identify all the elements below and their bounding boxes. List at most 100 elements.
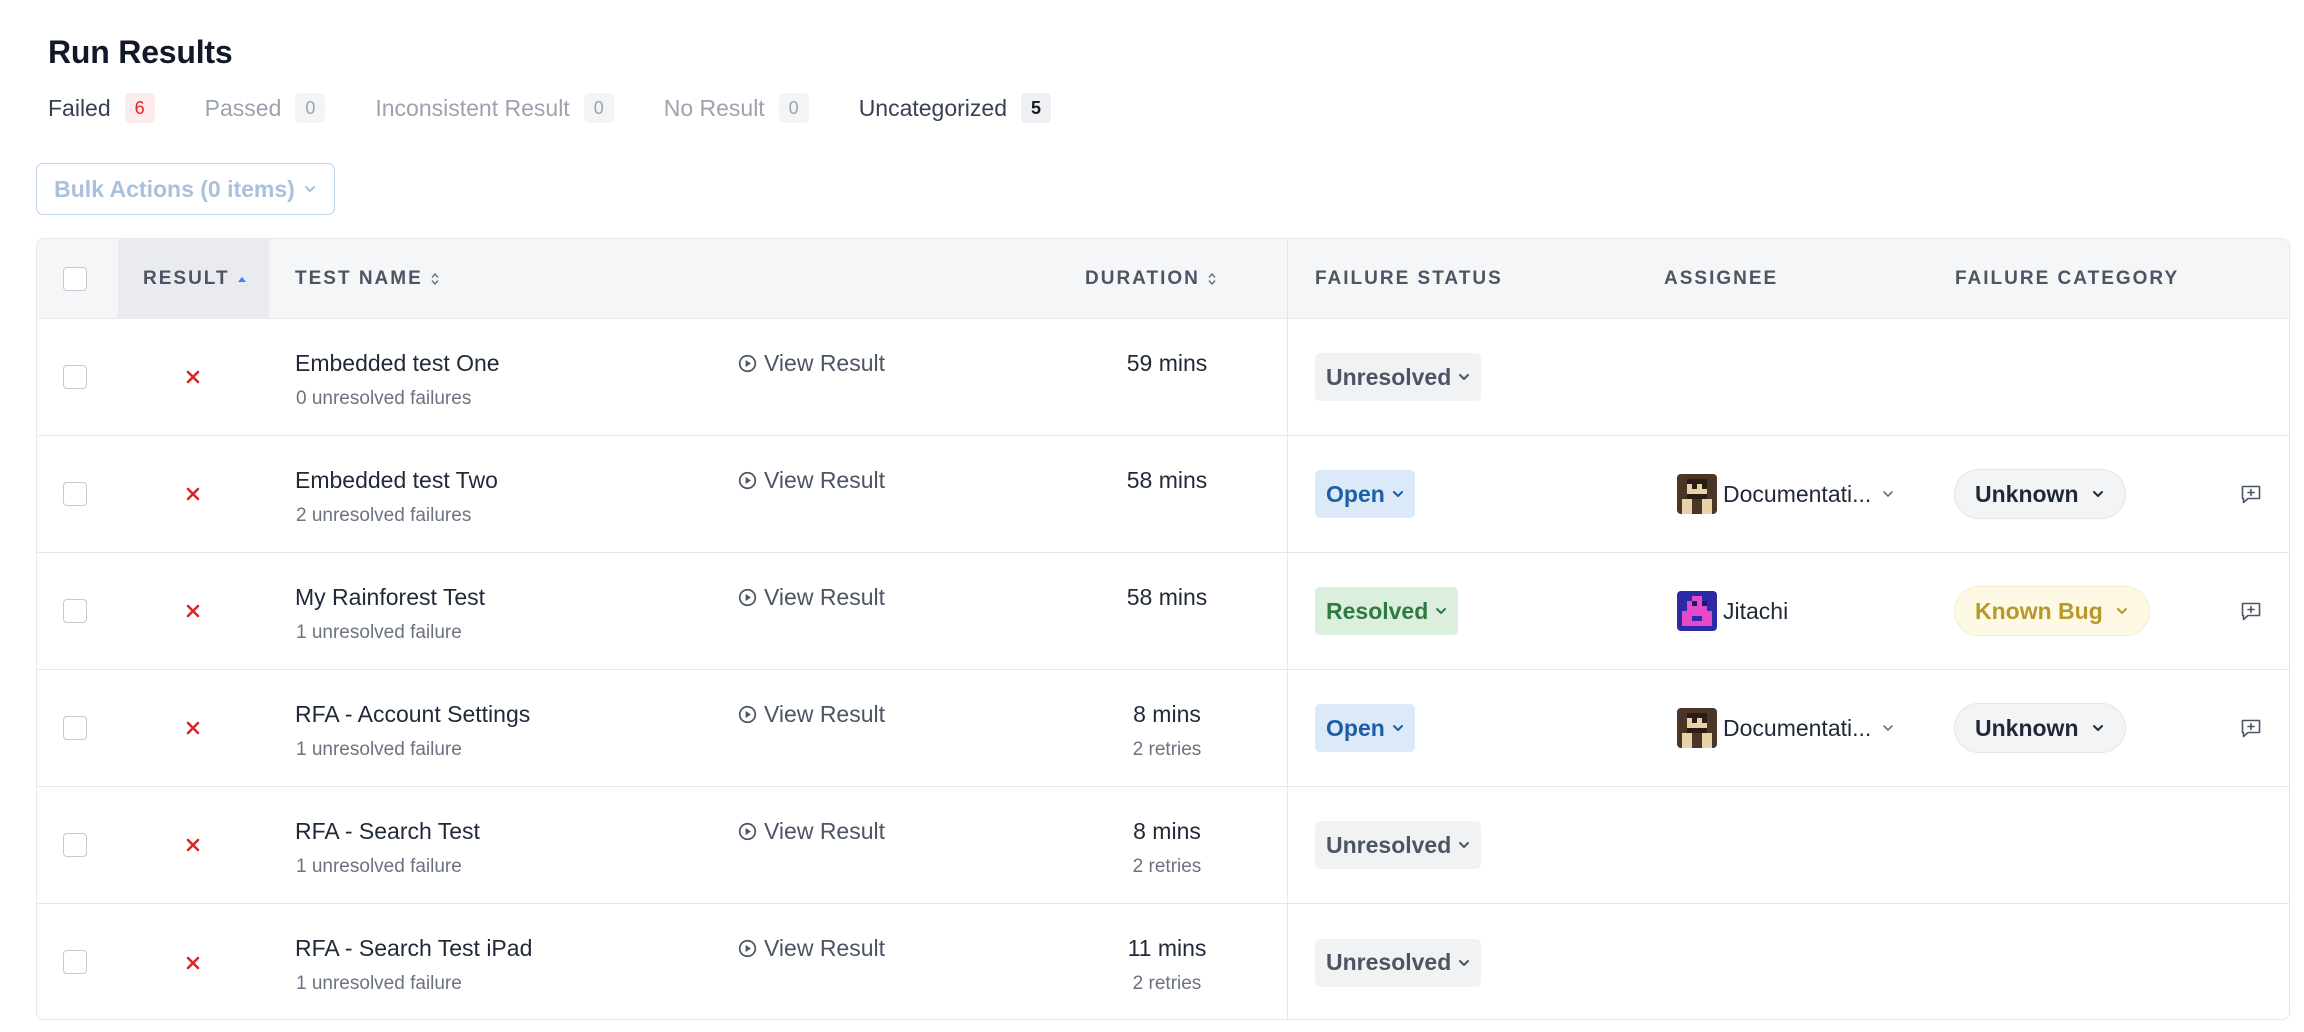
column-header-failure-category: FAILURE CATEGORY bbox=[1955, 268, 2180, 289]
play-circle-icon bbox=[738, 471, 757, 490]
avatar bbox=[1677, 708, 1717, 748]
result-tabs: Failed 6 Passed 0 Inconsistent Result 0 … bbox=[48, 90, 1101, 126]
column-header-label: DURATION bbox=[1085, 268, 1200, 289]
add-comment-icon[interactable] bbox=[2239, 716, 2263, 740]
view-result-link[interactable]: View Result bbox=[738, 701, 885, 728]
tab-inconsistent-result[interactable]: Inconsistent Result 0 bbox=[375, 93, 614, 123]
failure-category-label: Unknown bbox=[1975, 480, 2079, 507]
view-result-label: View Result bbox=[764, 818, 886, 844]
duration: 11 mins bbox=[1127, 935, 1207, 961]
chevron-down-icon bbox=[304, 186, 315, 192]
failure-status-label: Unresolved bbox=[1326, 363, 1452, 390]
failure-category-dropdown[interactable]: Known Bug bbox=[1954, 586, 2150, 636]
column-header-label: RESULT bbox=[143, 268, 230, 289]
view-result-label: View Result bbox=[764, 935, 886, 961]
retries: 2 retries bbox=[1132, 856, 1202, 877]
duration: 8 mins bbox=[1133, 818, 1201, 844]
failure-category-label: Unknown bbox=[1975, 714, 2079, 741]
table-row: RFA - Search Test iPad 1 unresolved fail… bbox=[37, 904, 2289, 1019]
page-title: Run Results bbox=[48, 34, 233, 70]
tab-label: Uncategorized bbox=[858, 94, 1007, 121]
failure-status-dropdown[interactable]: Open bbox=[1315, 470, 1415, 518]
test-name[interactable]: RFA - Search Test bbox=[295, 818, 480, 845]
chevron-down-icon bbox=[2116, 608, 2127, 614]
failure-status-label: Open bbox=[1326, 480, 1385, 507]
chevron-down-icon bbox=[1459, 959, 1470, 966]
add-comment-icon[interactable] bbox=[2239, 599, 2263, 623]
view-result-label: View Result bbox=[764, 584, 886, 610]
view-result-link[interactable]: View Result bbox=[738, 818, 885, 845]
results-table: RESULT TEST NAME DURATION FAILURE STATUS… bbox=[36, 238, 2290, 1020]
tab-count-badge: 6 bbox=[124, 93, 155, 123]
view-result-label: View Result bbox=[764, 350, 886, 376]
play-circle-icon bbox=[738, 705, 757, 724]
row-checkbox[interactable] bbox=[63, 365, 87, 389]
view-result-label: View Result bbox=[764, 467, 886, 493]
assignee-name: Jitachi bbox=[1723, 597, 1789, 624]
assignee-dropdown[interactable]: Documentati... bbox=[1677, 474, 1895, 514]
failure-status-label: Unresolved bbox=[1326, 831, 1452, 858]
tab-failed[interactable]: Failed 6 bbox=[48, 93, 155, 123]
tab-no-result[interactable]: No Result 0 bbox=[664, 93, 809, 123]
retries: 2 retries bbox=[1132, 973, 1202, 994]
tab-count-badge: 0 bbox=[583, 93, 614, 123]
sort-ascending-icon bbox=[237, 277, 246, 282]
test-name[interactable]: Embedded test One bbox=[295, 350, 500, 377]
column-header-duration[interactable]: DURATION bbox=[1085, 239, 1217, 319]
view-result-link[interactable]: View Result bbox=[738, 350, 885, 377]
view-result-label: View Result bbox=[764, 701, 886, 727]
duration: 58 mins bbox=[1126, 584, 1208, 610]
failure-status-dropdown[interactable]: Unresolved bbox=[1315, 821, 1482, 869]
row-checkbox[interactable] bbox=[63, 599, 87, 623]
assignee-dropdown[interactable]: Jitachi bbox=[1677, 591, 1788, 631]
test-name[interactable]: Embedded test Two bbox=[295, 467, 498, 494]
test-name[interactable]: RFA - Account Settings bbox=[295, 701, 530, 728]
table-row: My Rainforest Test 1 unresolved failure … bbox=[37, 553, 2289, 670]
test-name[interactable]: My Rainforest Test bbox=[295, 584, 485, 611]
table-row: Embedded test Two 2 unresolved failures … bbox=[37, 436, 2289, 553]
tab-passed[interactable]: Passed 0 bbox=[205, 93, 326, 123]
failure-category-dropdown[interactable]: Unknown bbox=[1954, 703, 2126, 753]
unresolved-failures: 1 unresolved failure bbox=[296, 739, 462, 760]
chevron-down-icon bbox=[1392, 725, 1403, 731]
failure-status-dropdown[interactable]: Unresolved bbox=[1315, 353, 1482, 401]
unresolved-failures: 1 unresolved failure bbox=[296, 973, 462, 994]
view-result-link[interactable]: View Result bbox=[738, 935, 885, 962]
table-header: RESULT TEST NAME DURATION FAILURE STATUS… bbox=[37, 239, 2289, 319]
test-name[interactable]: RFA - Search Test iPad bbox=[295, 935, 532, 962]
column-header-test-name[interactable]: TEST NAME bbox=[295, 239, 440, 319]
tab-label: No Result bbox=[663, 94, 765, 121]
tab-count-badge: 5 bbox=[1021, 93, 1051, 123]
tab-count-badge: 0 bbox=[295, 93, 326, 123]
failure-category-dropdown[interactable]: Unknown bbox=[1954, 469, 2126, 519]
chevron-down-icon bbox=[2092, 725, 2103, 731]
play-circle-icon bbox=[738, 354, 757, 373]
failure-status-dropdown[interactable]: Resolved bbox=[1315, 587, 1459, 635]
unresolved-failures: 1 unresolved failure bbox=[296, 856, 462, 877]
view-result-link[interactable]: View Result bbox=[738, 467, 885, 494]
tab-label: Passed bbox=[204, 94, 282, 121]
sort-icon bbox=[431, 272, 439, 286]
failure-status-dropdown[interactable]: Unresolved bbox=[1315, 938, 1482, 987]
unresolved-failures: 2 unresolved failures bbox=[296, 505, 472, 526]
chevron-down-icon bbox=[1883, 725, 1894, 731]
chevron-down-icon bbox=[1459, 374, 1470, 380]
row-checkbox[interactable] bbox=[63, 716, 87, 740]
column-header-result[interactable]: RESULT bbox=[118, 239, 269, 319]
bulk-actions-button[interactable]: Bulk Actions (0 items) bbox=[36, 163, 335, 215]
tab-label: Failed bbox=[48, 94, 111, 121]
avatar bbox=[1677, 474, 1717, 514]
row-checkbox[interactable] bbox=[63, 482, 87, 506]
play-circle-icon bbox=[738, 822, 757, 841]
tab-uncategorized[interactable]: Uncategorized 5 bbox=[859, 93, 1051, 123]
chevron-down-icon bbox=[1459, 842, 1470, 848]
row-checkbox[interactable] bbox=[63, 833, 87, 857]
failure-status-dropdown[interactable]: Open bbox=[1315, 704, 1415, 752]
row-checkbox[interactable] bbox=[63, 950, 87, 974]
duration: 59 mins bbox=[1126, 350, 1208, 376]
assignee-dropdown[interactable]: Documentati... bbox=[1677, 708, 1895, 748]
view-result-link[interactable]: View Result bbox=[738, 584, 885, 611]
select-all-checkbox[interactable] bbox=[63, 267, 87, 291]
failed-x-icon bbox=[186, 487, 200, 501]
add-comment-icon[interactable] bbox=[2239, 482, 2263, 506]
